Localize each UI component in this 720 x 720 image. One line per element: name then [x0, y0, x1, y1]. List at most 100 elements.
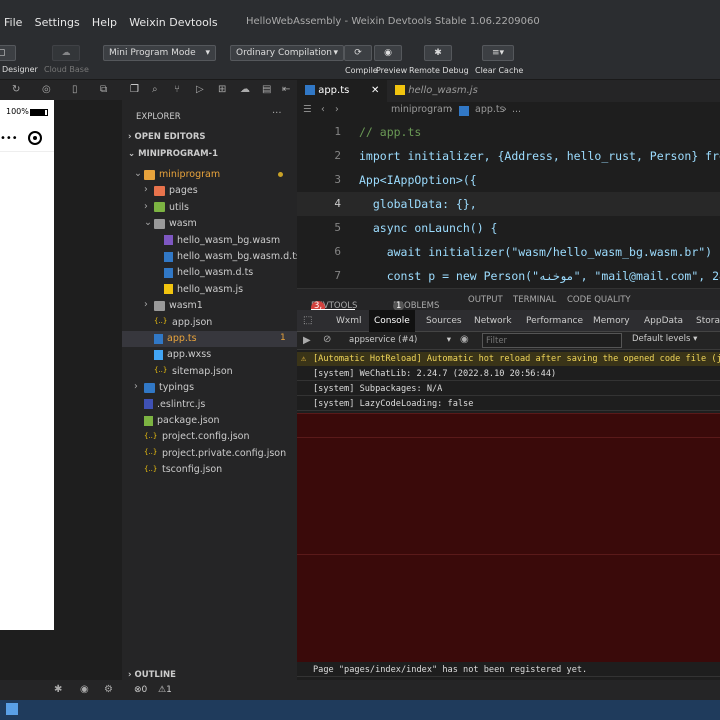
error-count[interactable]: ⊗0	[134, 685, 147, 695]
file-tree-item[interactable]: hello_wasm_bg.wasm.d.ts	[122, 249, 301, 265]
menu-file[interactable]: File	[4, 16, 22, 29]
file-tree-item[interactable]: › typings	[122, 380, 297, 396]
files-icon[interactable]: ❐	[130, 84, 139, 95]
popout-icon[interactable]: ⧉	[100, 84, 107, 95]
project-header[interactable]: ⌄ MINIPROGRAM-1	[128, 149, 218, 159]
file-tree-item[interactable]: {..} app.json	[122, 315, 297, 331]
filter-input[interactable]	[482, 333, 622, 348]
sidebar-toggle-icon[interactable]: ▶	[303, 335, 311, 346]
console-message[interactable]: [system] Subpackages: N/A	[297, 382, 720, 396]
compile-label: Compile	[345, 66, 378, 75]
clear-console-icon[interactable]: ⊘	[323, 334, 331, 345]
breadcrumb-folder[interactable]: miniprogram	[391, 104, 452, 115]
file-tree-item[interactable]: app.wxss	[122, 347, 297, 363]
subtab-sources[interactable]: Sources	[426, 316, 462, 326]
collapse-icon[interactable]: ⇤	[282, 84, 290, 95]
compile-button[interactable]: ⟳	[344, 45, 372, 61]
menu-settings[interactable]: Settings	[35, 16, 80, 29]
tab-code-quality[interactable]: CODE QUALITY	[567, 295, 631, 305]
file-tree-item[interactable]: package.json	[122, 413, 297, 429]
subtab-performance[interactable]: Performance	[526, 316, 583, 326]
breadcrumb-file[interactable]: app.ts	[475, 104, 505, 115]
file-tree-item[interactable]: app.ts 1	[122, 331, 297, 347]
bug-icon[interactable]: ✱	[54, 684, 62, 695]
tab-output[interactable]: OUTPUT	[468, 295, 503, 305]
preview-button[interactable]: ◉	[374, 45, 402, 61]
more-icon[interactable]: ···	[272, 108, 282, 119]
phone-icon[interactable]: ▯	[72, 84, 78, 95]
clear-cache-button[interactable]: ≡▾	[482, 45, 514, 61]
code-line[interactable]: 5 async onLaunch() {	[297, 216, 720, 240]
file-tree-item[interactable]: hello_wasm.js	[122, 282, 297, 298]
list-icon[interactable]: ☰	[303, 104, 312, 115]
console-message[interactable]: [system] LazyCodeLoading: false	[297, 397, 720, 411]
file-tree-item[interactable]: {..} project.private.config.json	[122, 446, 297, 462]
subtab-wxml[interactable]: Wxml	[336, 316, 362, 326]
eye-icon[interactable]: ◉	[80, 684, 89, 695]
subtab-memory[interactable]: Memory	[593, 316, 630, 326]
context-select[interactable]: appservice (#4) ▾	[345, 333, 455, 348]
warning-count[interactable]: ⚠1	[158, 685, 172, 695]
file-tree-item[interactable]: › wasm1	[122, 298, 297, 314]
compile-select[interactable]: Ordinary Compilation ▾	[230, 45, 344, 61]
extensions-icon[interactable]: ⊞	[218, 84, 226, 95]
code-line[interactable]: 6 await initializer("wasm/hello_wasm_bg.…	[297, 240, 720, 264]
subtab-network[interactable]: Network	[474, 316, 512, 326]
file-tree-item[interactable]: › pages	[122, 183, 297, 199]
search-icon[interactable]: ⌕	[152, 84, 158, 95]
record-icon[interactable]: ◎	[42, 84, 51, 95]
console-message[interactable]: ⚠ [Automatic HotReload] Automatic hot rel…	[297, 352, 720, 366]
close-icon[interactable]: ✕	[371, 80, 379, 102]
more-icon[interactable]: •••	[0, 133, 18, 147]
cloud-icon[interactable]: ☁	[240, 84, 250, 95]
windows-start-icon[interactable]	[6, 703, 18, 715]
code-line[interactable]: 1 // app.ts	[297, 120, 720, 144]
code-line[interactable]: 3 App<IAppOption>({	[297, 168, 720, 192]
remote-debug-button[interactable]: ✱	[424, 45, 452, 61]
tab-app-ts[interactable]: app.ts ✕	[297, 80, 387, 102]
file-tree-item[interactable]: ⌄ miniprogram	[122, 167, 297, 183]
menu-weixin-devtools[interactable]: Weixin Devtools	[129, 16, 217, 29]
designer-button[interactable]: ▢	[0, 45, 16, 61]
levels-select[interactable]: Default levels ▾	[632, 334, 697, 344]
inspect-icon[interactable]: ⬚	[303, 315, 312, 326]
menu-help[interactable]: Help	[92, 16, 117, 29]
file-tree-item[interactable]: .eslintrc.js	[122, 397, 297, 413]
code-line[interactable]: 4 globalData: {},	[297, 192, 720, 216]
outline-header[interactable]: › OUTLINE	[128, 670, 176, 680]
back-icon[interactable]: ‹	[321, 104, 325, 115]
subtab-storage[interactable]: Storag	[696, 316, 720, 326]
source-control-icon[interactable]: ⑂	[174, 84, 180, 95]
designer-label: Designer	[2, 65, 38, 74]
forward-icon[interactable]: ›	[335, 104, 339, 115]
file-tree-item[interactable]: {..} sitemap.json	[122, 364, 297, 380]
close-capsule-icon[interactable]	[28, 131, 42, 145]
open-editors-header[interactable]: › OPEN EDITORS	[128, 132, 206, 142]
subtab-appdata[interactable]: AppData	[644, 316, 683, 326]
debug-icon[interactable]: ▷	[196, 84, 204, 95]
error-block	[297, 436, 720, 556]
code-line[interactable]: 7 const p = new Person("ﻣﻮﺧﻨﻪ", "mail@ma…	[297, 264, 720, 288]
console-message[interactable]: Page "pages/index/index" has not been re…	[297, 663, 720, 678]
file-tree-item[interactable]: ⌄ wasm	[122, 216, 297, 232]
file-tree-item[interactable]: › utils	[122, 200, 297, 216]
tab-hello-wasm-js[interactable]: hello_wasm.js	[387, 80, 487, 102]
file-tree-item[interactable]: {..} tsconfig.json	[122, 462, 297, 478]
subtab-console[interactable]: Console	[369, 310, 415, 332]
file-tree-item[interactable]: hello_wasm.d.ts	[122, 265, 297, 281]
layout-icon[interactable]: ▤	[262, 84, 271, 95]
console-message[interactable]: [system] WeChatLib: 2.24.7 (2022.8.10 20…	[297, 367, 720, 381]
breadcrumb-symbol[interactable]: ...	[512, 104, 521, 115]
chevron-right-icon: ›	[128, 670, 132, 680]
file-tree-item[interactable]: hello_wasm_bg.wasm	[122, 233, 297, 249]
phone-screen[interactable]: •••	[0, 122, 54, 630]
rotate-icon[interactable]: ↻	[12, 84, 20, 95]
file-tree-item[interactable]: {..} project.config.json	[122, 429, 297, 445]
context-select-value: appservice (#4)	[349, 335, 418, 345]
cloudbase-button[interactable]: ☁	[52, 45, 80, 61]
mode-select[interactable]: Mini Program Mode ▾	[103, 45, 216, 61]
code-line[interactable]: 2 import initializer, {Address, hello_rus…	[297, 144, 720, 168]
tab-terminal[interactable]: TERMINAL	[513, 295, 556, 305]
settings-icon[interactable]: ⚙	[104, 684, 113, 695]
eye-icon[interactable]: ◉	[460, 334, 469, 345]
